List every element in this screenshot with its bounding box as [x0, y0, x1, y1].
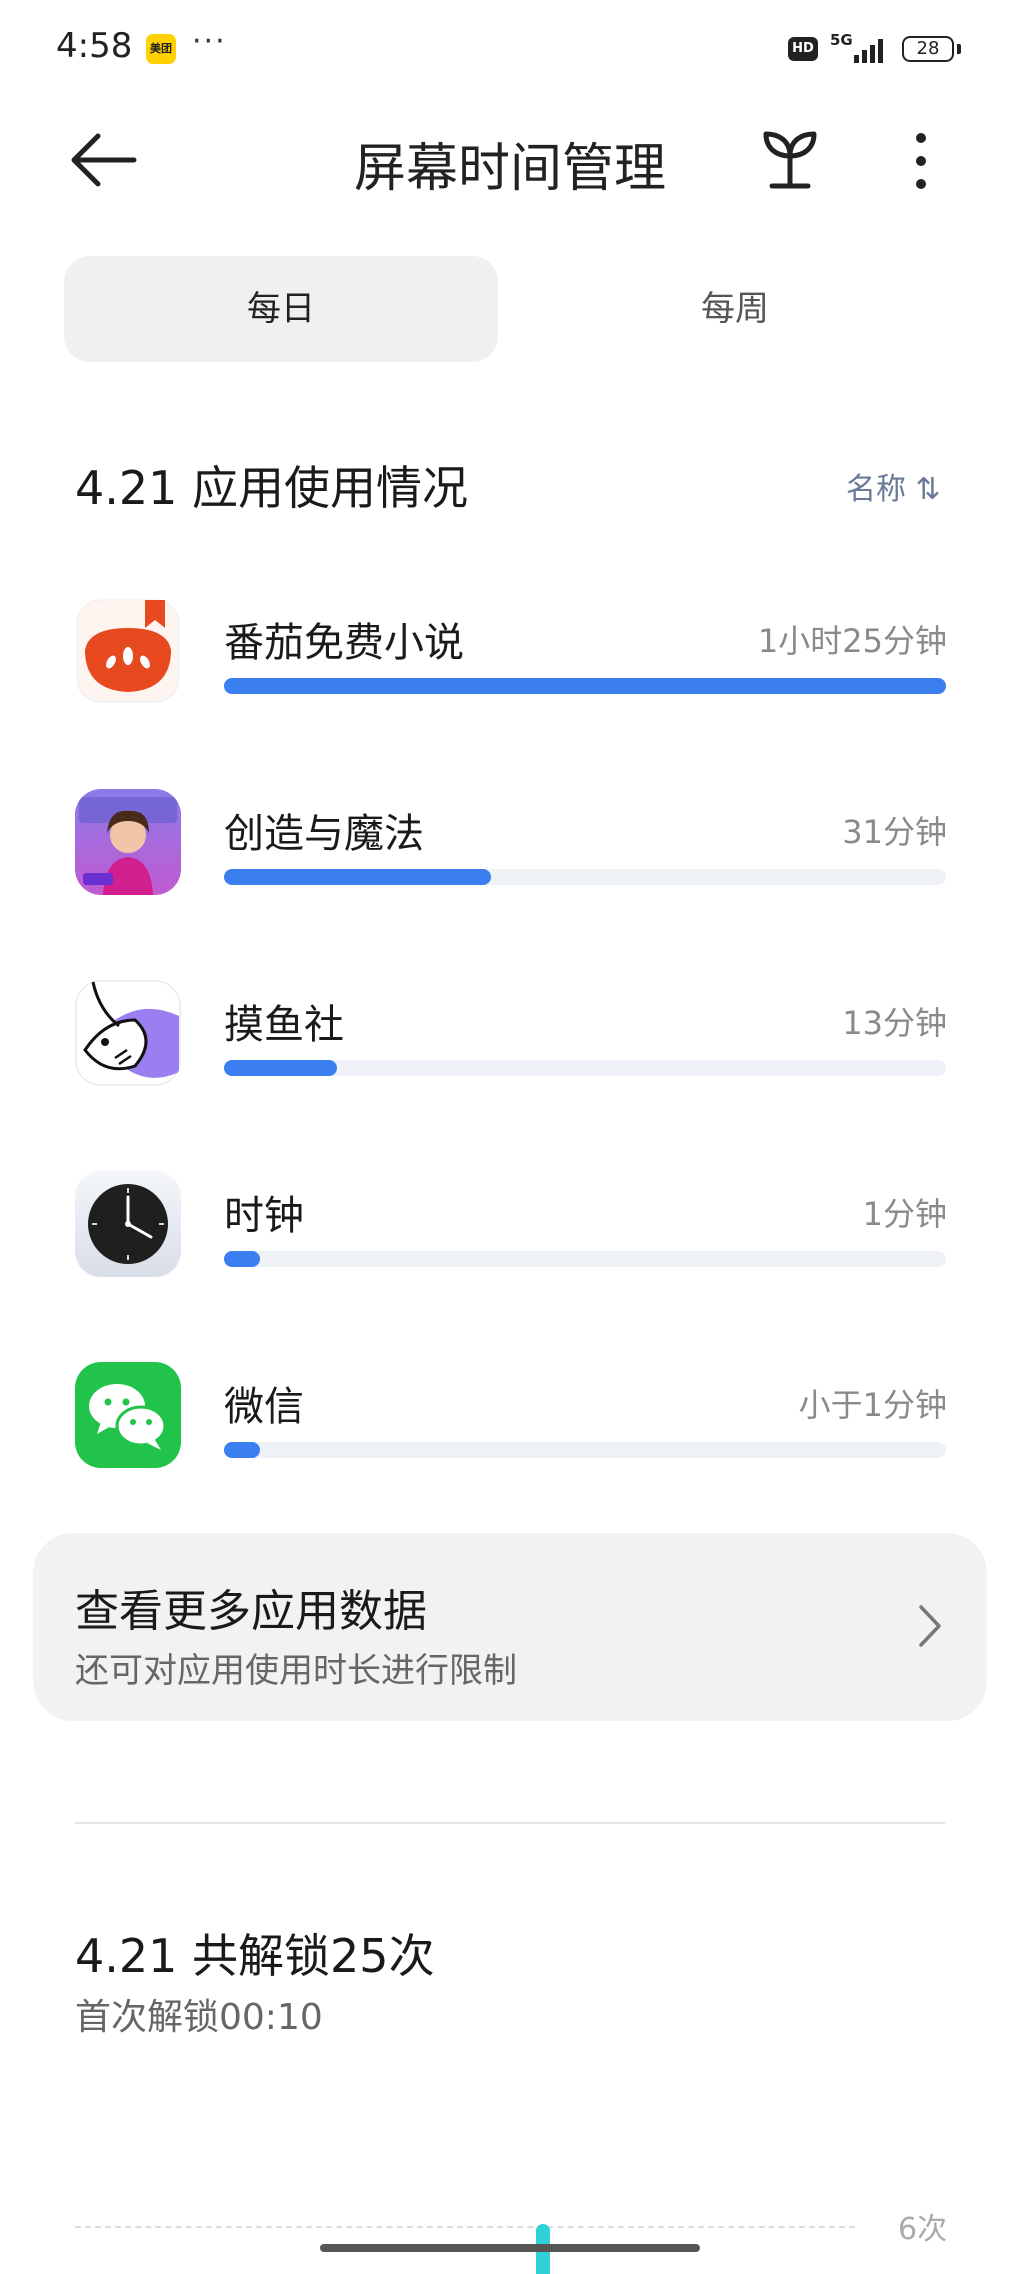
usage-bar-fill: [224, 1442, 261, 1458]
usage-bar-track: [224, 1060, 946, 1076]
more-app-data-subtitle: 还可对应用使用时长进行限制: [75, 1651, 517, 1691]
usage-bar-fill: [224, 1251, 261, 1267]
first-unlock-time: 首次解锁00:10: [75, 1997, 323, 2038]
status-time: 4:58: [56, 26, 133, 66]
page-title: 屏幕时间管理: [353, 139, 666, 199]
app-usage-time: 13分钟: [842, 1004, 947, 1042]
app-name: 微信: [224, 1384, 304, 1430]
app-name: 摸鱼社: [224, 1002, 344, 1048]
more-app-data-title: 查看更多应用数据: [75, 1586, 427, 1637]
app-row-moyushe[interactable]: 摸鱼社 13分钟: [0, 980, 1020, 1130]
signal-icon: [854, 39, 883, 63]
more-notifications-icon: ···: [192, 24, 227, 59]
unlock-chart-max-label: 6次: [898, 2212, 948, 2247]
app-row-create-magic[interactable]: 创造与魔法 31分钟: [0, 789, 1020, 939]
app-name: 时钟: [224, 1193, 304, 1239]
fanqie-novel-icon: [75, 598, 181, 704]
more-options-icon[interactable]: [906, 130, 936, 192]
app-usage-time: 1分钟: [862, 1195, 947, 1233]
tab-weekly[interactable]: 每周: [518, 256, 952, 362]
hd-voice-icon: HD: [788, 37, 818, 61]
usage-bar-fill: [224, 869, 492, 885]
home-indicator[interactable]: [320, 2244, 700, 2252]
create-magic-icon: [75, 789, 181, 895]
unlock-chart-max-gridline: [75, 2226, 855, 2228]
tab-daily[interactable]: 每日: [64, 256, 498, 362]
clock-icon: [75, 1171, 181, 1277]
battery-icon: 28: [902, 36, 954, 62]
usage-bar-track: [224, 869, 946, 885]
usage-bar-track: [224, 678, 946, 694]
app-row-clock[interactable]: 时钟 1分钟: [0, 1171, 1020, 1321]
app-row-wechat[interactable]: 微信 小于1分钟: [0, 1362, 1020, 1512]
wechat-icon: [75, 1362, 181, 1468]
app-row-fanqie[interactable]: 番茄免费小说 1小时25分钟: [0, 598, 1020, 748]
usage-bar-track: [224, 1251, 946, 1267]
section-divider: [75, 1822, 945, 1824]
app-usage-time: 小于1分钟: [798, 1386, 947, 1424]
app-name: 番茄免费小说: [224, 620, 464, 666]
app-name: 创造与魔法: [224, 811, 424, 857]
chevron-right-icon: [919, 1605, 941, 1647]
usage-bar-fill: [224, 678, 946, 694]
moyushe-icon: [75, 980, 181, 1086]
usage-bar-fill: [224, 1060, 338, 1076]
app-usage-time: 31分钟: [842, 813, 947, 851]
meituan-notification-icon: 美团: [146, 34, 176, 64]
sprout-icon[interactable]: [760, 126, 820, 192]
usage-section-title: 4.21 应用使用情况: [75, 461, 469, 515]
sort-by-name-button[interactable]: 名称 ⇅: [846, 464, 941, 508]
unlock-count-title: 4.21 共解锁25次: [75, 1929, 435, 1983]
more-app-data-card[interactable]: 查看更多应用数据 还可对应用使用时长进行限制: [33, 1533, 987, 1721]
network-type-label: 5G: [830, 31, 853, 49]
app-usage-time: 1小时25分钟: [757, 622, 947, 660]
usage-bar-track: [224, 1442, 946, 1458]
battery-tip: [957, 44, 961, 54]
